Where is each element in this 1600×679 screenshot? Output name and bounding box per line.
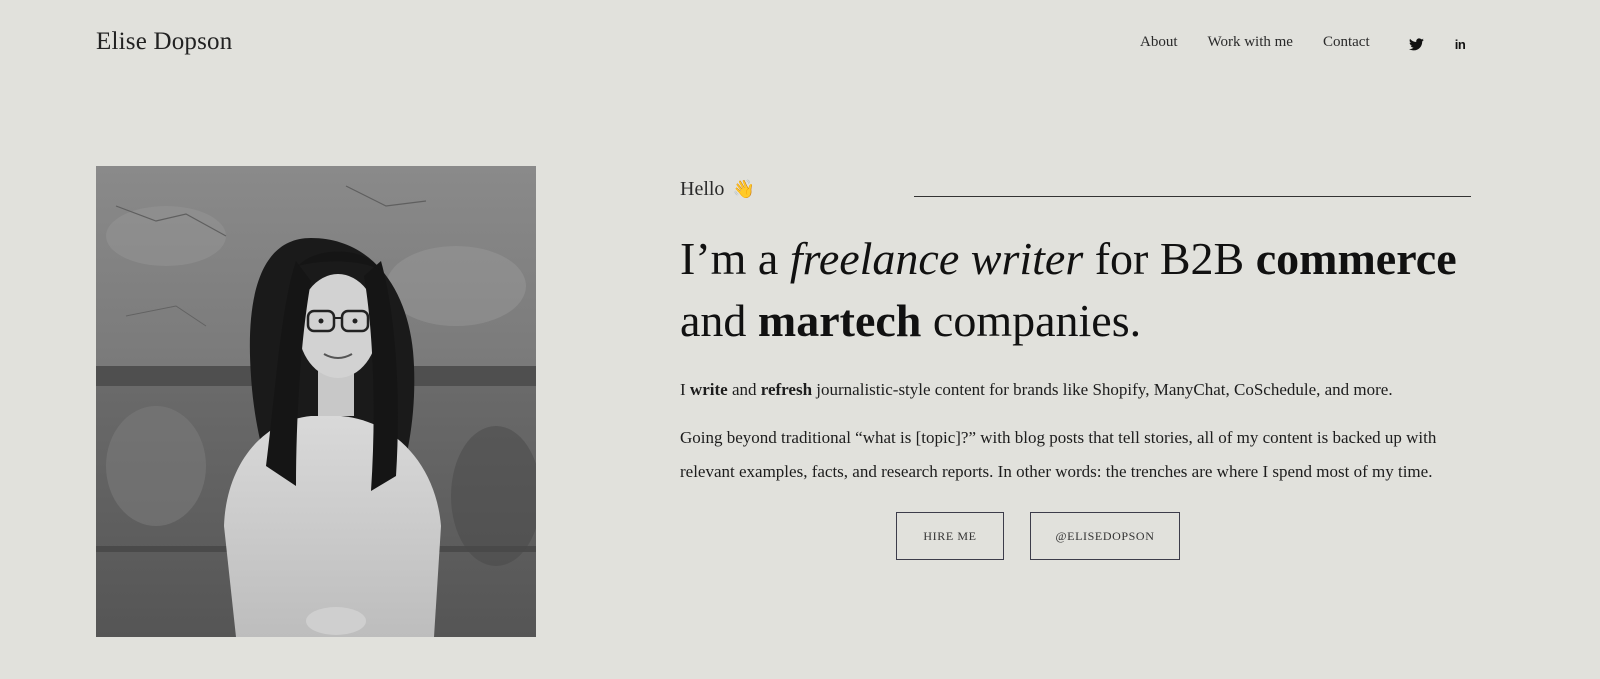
divider-line [914,196,1471,197]
nav-contact[interactable]: Contact [1323,34,1370,51]
intro-paragraph: I write and refresh journalistic-style c… [680,378,1480,402]
social-links: in [1408,36,1468,52]
intro-text: I [680,380,690,399]
headline-part: for B2B [1083,233,1256,284]
hello-text: Hello [680,178,725,200]
headline-part: companies. [921,295,1142,346]
headline-emphasis: freelance writer [789,233,1084,284]
twitter-handle-button[interactable]: @ELISEDOPSON [1030,512,1180,560]
main-nav: About Work with me Contact [1140,34,1370,51]
hire-me-button[interactable]: HIRE ME [896,512,1004,560]
headline-part: and [680,295,758,346]
description-paragraph: Going beyond traditional “what is [topic… [680,428,1437,481]
twitter-icon[interactable] [1408,36,1424,52]
headline-bold: commerce [1255,233,1457,284]
nav-about[interactable]: About [1140,34,1178,51]
site-brand[interactable]: Elise Dopson [96,28,232,56]
intro-bold: refresh [760,380,813,399]
headline-part: I’m a [680,233,790,284]
linkedin-glyph: in [1454,36,1466,52]
headline-bold: martech [757,295,922,346]
nav-work-with-me[interactable]: Work with me [1208,34,1293,51]
waving-hand-icon: 👋 [732,179,755,199]
hero-headline: I’m a freelance writer for B2B commerce … [680,228,1480,352]
portrait-photo [96,166,536,637]
linkedin-icon[interactable]: in [1452,36,1468,52]
intro-text: and [727,380,761,399]
intro-bold: write [689,380,728,399]
intro-text: journalistic-style content for brands li… [812,380,1393,399]
page: Elise Dopson About Work with me Contact … [0,0,1600,679]
hello-greeting: Hello 👋 [680,178,755,201]
